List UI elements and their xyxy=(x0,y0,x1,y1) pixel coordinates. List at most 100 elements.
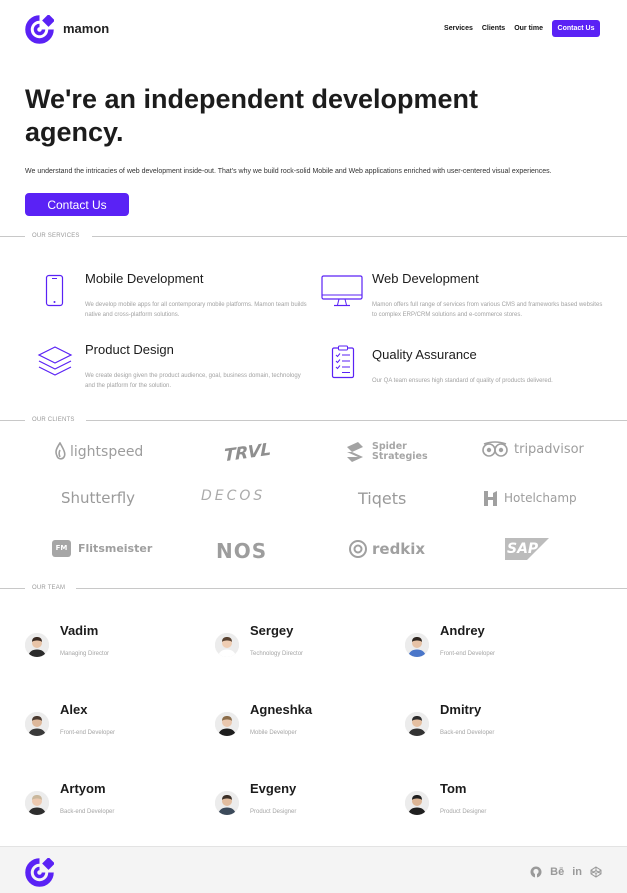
team-member-role: Back-end Developer xyxy=(60,809,115,815)
team-member-name: Tom xyxy=(440,781,467,796)
site-footer: Bē in xyxy=(0,846,627,893)
client-logo-nos: NOS xyxy=(216,537,267,565)
team-member-card: Sergey Technology Director xyxy=(215,623,395,663)
flitsmeister-badge-icon: FM xyxy=(52,539,71,557)
team-member-role: Back-end Developer xyxy=(440,730,495,736)
divider xyxy=(0,420,25,421)
avatar xyxy=(215,791,239,815)
hero-description: We understand the intricacies of web dev… xyxy=(25,168,552,175)
divider xyxy=(76,588,627,589)
client-name: SAP xyxy=(507,541,539,557)
brand-name[interactable]: mamon xyxy=(63,21,109,36)
team-member-name: Dmitry xyxy=(440,702,482,717)
avatar-photo xyxy=(215,633,239,657)
avatar-photo xyxy=(405,633,429,657)
section-label-services: OUR SERVICES xyxy=(0,231,627,241)
service-description: We create design given the product audie… xyxy=(85,373,301,389)
github-icon[interactable] xyxy=(530,866,542,878)
team-member-role: Mobile Developer xyxy=(250,730,297,736)
section-label-clients: OUR CLIENTS xyxy=(0,415,627,425)
section-label-text: OUR TEAM xyxy=(32,585,66,591)
avatar-photo xyxy=(215,791,239,815)
team-member-card: Vadim Managing Director xyxy=(25,623,205,663)
team-member-role: Managing Director xyxy=(60,651,110,657)
team-member-name: Andrey xyxy=(440,623,485,638)
team-member-role: Product Designer xyxy=(440,809,487,815)
client-logo-tripadvisor: tripadvisor xyxy=(481,440,584,458)
checklist-icon xyxy=(331,345,355,379)
client-name: Flitsmeister xyxy=(78,541,153,555)
divider xyxy=(0,588,25,589)
nav-link-services[interactable]: Services xyxy=(444,25,473,32)
client-logo-shutterfly: Shutterfly xyxy=(61,488,135,508)
section-label-text: OUR CLIENTS xyxy=(32,417,75,423)
service-title: Product Design xyxy=(85,342,174,357)
layers-icon xyxy=(37,346,73,376)
header-contact-button[interactable]: Contact Us xyxy=(552,20,600,37)
client-name-line: Strategies xyxy=(372,451,428,462)
codepen-icon[interactable] xyxy=(590,866,602,878)
client-name: Hotelchamp xyxy=(504,491,577,505)
nav-link-clients[interactable]: Clients xyxy=(482,25,505,32)
avatar-photo xyxy=(25,633,49,657)
client-logo-flitsmeister: FM Flitsmeister xyxy=(52,539,152,557)
avatar-photo xyxy=(25,712,49,736)
avatar-photo xyxy=(405,712,429,736)
client-logo-sap: SAP xyxy=(505,538,549,560)
client-name: TRVL xyxy=(224,439,271,467)
social-links: Bē in xyxy=(522,866,602,878)
redkix-logo-icon xyxy=(349,540,367,558)
behance-icon[interactable]: Bē xyxy=(550,866,564,878)
service-description: Our QA team ensures high standard of qua… xyxy=(372,378,553,384)
client-name-block: Spider Strategies xyxy=(372,442,428,462)
spider-strategies-logo-icon xyxy=(347,442,363,462)
team-member-role: Technology Director xyxy=(250,651,304,657)
avatar-photo xyxy=(405,791,429,815)
nav-link-our-time[interactable]: Our time xyxy=(514,25,543,32)
team-member-name: Alex xyxy=(60,702,88,717)
avatar xyxy=(25,712,49,736)
tripadvisor-owl-icon xyxy=(482,441,508,457)
team-member-card: Tom Product Designer xyxy=(405,781,585,821)
team-member-name: Artyom xyxy=(60,781,106,796)
team-member-name: Vadim xyxy=(60,623,99,638)
mamon-logo-icon[interactable] xyxy=(25,858,54,887)
avatar xyxy=(215,712,239,736)
client-name: NOS xyxy=(216,539,268,563)
site-header: mamon Services Clients Our time Contact … xyxy=(0,0,627,58)
divider xyxy=(92,236,627,237)
team-member-role: Front-end Developer xyxy=(440,651,496,657)
team-member-card: Evgeny Product Designer xyxy=(215,781,395,821)
client-name: Tiqets xyxy=(358,488,407,508)
monitor-icon xyxy=(321,275,363,307)
linkedin-icon[interactable]: in xyxy=(572,866,582,878)
main-nav: Services Clients Our time Contact Us xyxy=(444,20,600,37)
team-member-card: Agneshka Mobile Developer xyxy=(215,702,395,742)
team-member-card: Andrey Front-end Developer xyxy=(405,623,585,663)
client-logo-redkix: redkix xyxy=(348,538,425,560)
service-title: Mobile Development xyxy=(85,271,204,286)
client-logo-decos: DECOS xyxy=(201,488,265,504)
client-logo-lightspeed: lightspeed xyxy=(53,441,143,463)
section-label-text: OUR SERVICES xyxy=(32,233,80,239)
avatar xyxy=(405,712,429,736)
section-label-team: OUR TEAM xyxy=(0,583,627,593)
hero-contact-button[interactable]: Contact Us xyxy=(25,193,129,216)
client-name: lightspeed xyxy=(70,444,144,460)
team-member-name: Evgeny xyxy=(250,781,297,796)
service-title: Web Development xyxy=(372,271,479,286)
team-member-card: Artyom Back-end Developer xyxy=(25,781,205,821)
client-logo-hotelchamp: Hotelchamp xyxy=(483,489,577,507)
hero-title: We're an independent development agency. xyxy=(25,84,479,147)
service-description: We develop mobile apps for all contempor… xyxy=(85,302,307,318)
divider xyxy=(0,236,25,237)
service-title: Quality Assurance xyxy=(372,347,477,362)
team-member-card: Alex Front-end Developer xyxy=(25,702,205,742)
client-logo-spider-strategies: Spider Strategies xyxy=(344,440,428,464)
sap-logo: SAP xyxy=(505,538,549,560)
service-description: Mamon offers full range of services from… xyxy=(372,302,603,318)
avatar-photo xyxy=(25,791,49,815)
team-member-name: Sergey xyxy=(250,623,294,638)
avatar xyxy=(405,791,429,815)
mamon-logo-icon[interactable] xyxy=(25,15,54,44)
